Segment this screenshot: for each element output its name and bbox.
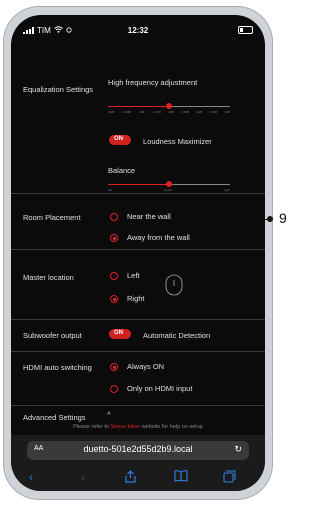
equalization-label: Equalization Settings bbox=[23, 85, 94, 94]
loudness-toggle-label: ON bbox=[114, 136, 123, 142]
subwoofer-toggle[interactable]: ON bbox=[109, 329, 131, 339]
left-label[interactable]: Left bbox=[127, 271, 140, 280]
touch-indicator-icon bbox=[165, 274, 183, 298]
callout-number: 9 bbox=[279, 210, 287, 226]
right-radio[interactable] bbox=[110, 295, 118, 303]
balance-ticks: left center right bbox=[108, 188, 230, 192]
tick-label: -1.5dB bbox=[151, 110, 161, 114]
forward-icon: › bbox=[81, 470, 85, 484]
hdmi-section: HDMI auto switching Always ON Only on HD… bbox=[11, 352, 265, 406]
status-time: 12:32 bbox=[127, 26, 149, 35]
balance-slider[interactable] bbox=[108, 181, 230, 187]
balance-knob[interactable] bbox=[166, 181, 172, 187]
high-frequency-fill bbox=[108, 106, 169, 107]
browser-toolbar: ‹ › bbox=[11, 465, 265, 491]
subwoofer-label: Subwoofer output bbox=[23, 331, 82, 340]
near-wall-radio[interactable] bbox=[110, 213, 118, 221]
tabs-icon[interactable] bbox=[223, 470, 236, 486]
high-frequency-title: High frequency adjustment bbox=[108, 78, 198, 87]
high-frequency-ticks: -6dB -4.5dB -3dB -1.5dB 0dB 1.5dB 3dB 4.… bbox=[108, 110, 230, 114]
tick-label: -3dB bbox=[138, 110, 145, 114]
hdmi-label: HDMI auto switching bbox=[23, 363, 92, 372]
url-text[interactable]: duetto-501e2d55d2b9.local bbox=[27, 444, 249, 454]
away-wall-radio[interactable] bbox=[110, 234, 118, 242]
tick-label: right bbox=[224, 188, 230, 192]
sonus-faber-link[interactable]: Sonus faber bbox=[110, 424, 140, 430]
right-label[interactable]: Right bbox=[127, 294, 145, 303]
hdmi-input-radio[interactable] bbox=[110, 385, 118, 393]
reload-icon[interactable]: ↻ bbox=[234, 444, 242, 455]
loudness-label: Loudness Maximizer bbox=[143, 137, 212, 146]
tick-label: -6dB bbox=[108, 110, 115, 114]
footer-suffix: website for help on setup bbox=[140, 424, 203, 430]
status-bar: TIM 12:32 bbox=[11, 15, 265, 47]
tick-label: 0dB bbox=[168, 110, 174, 114]
always-on-label[interactable]: Always ON bbox=[127, 362, 164, 371]
left-radio[interactable] bbox=[110, 272, 118, 280]
tick-label: -4.5dB bbox=[121, 110, 131, 114]
phone-frame: TIM 12:32 Equalization Settings High fre… bbox=[3, 6, 273, 500]
share-icon[interactable] bbox=[125, 470, 136, 486]
near-wall-label[interactable]: Near the wall bbox=[127, 212, 171, 221]
callout-line bbox=[218, 219, 270, 220]
room-placement-label: Room Placement bbox=[23, 213, 81, 222]
equalization-section: Equalization Settings High frequency adj… bbox=[11, 47, 265, 194]
settings-content[interactable]: Equalization Settings High frequency adj… bbox=[11, 47, 265, 435]
loudness-toggle[interactable]: ON bbox=[109, 135, 131, 145]
balance-title: Balance bbox=[108, 166, 136, 175]
footer-note: Please refer to Sonus faber website for … bbox=[11, 424, 265, 430]
back-icon[interactable]: ‹ bbox=[29, 470, 33, 484]
balance-fill bbox=[108, 184, 169, 185]
away-wall-label[interactable]: Away from the wall bbox=[127, 233, 190, 242]
subwoofer-toggle-label: ON bbox=[114, 330, 123, 336]
tick-label: center bbox=[163, 188, 173, 192]
battery-icon bbox=[238, 26, 253, 34]
footer-prefix: Please refer to bbox=[73, 424, 111, 430]
room-placement-section: Room Placement Near the wall Away from t… bbox=[11, 194, 265, 250]
master-location-section: Master location Left Right bbox=[11, 250, 265, 320]
tick-label: 4.5dB bbox=[209, 110, 218, 114]
callout-dot bbox=[267, 216, 273, 222]
tick-label: 1.5dB bbox=[181, 110, 189, 114]
subwoofer-detection-label: Automatic Detection bbox=[143, 331, 211, 340]
high-frequency-slider[interactable] bbox=[108, 103, 230, 109]
high-frequency-knob[interactable] bbox=[166, 103, 172, 109]
tick-label: left bbox=[108, 188, 113, 192]
tick-label: 6dB bbox=[224, 110, 230, 114]
tick-label: 3dB bbox=[196, 110, 202, 114]
advanced-chevron-icon[interactable]: ^ bbox=[107, 410, 111, 419]
bookmarks-icon[interactable] bbox=[174, 470, 188, 485]
screen: TIM 12:32 Equalization Settings High fre… bbox=[11, 15, 265, 491]
advanced-settings-label[interactable]: Advanced Settings bbox=[23, 413, 86, 422]
hdmi-input-label[interactable]: Only on HDMI input bbox=[127, 384, 192, 393]
subwoofer-section: Subwoofer output ON Automatic Detection bbox=[11, 320, 265, 352]
master-location-label: Master location bbox=[23, 273, 74, 282]
address-bar[interactable]: AA duetto-501e2d55d2b9.local ↻ bbox=[27, 441, 249, 460]
browser-address-area: AA duetto-501e2d55d2b9.local ↻ bbox=[11, 435, 265, 465]
always-on-radio[interactable] bbox=[110, 363, 118, 371]
